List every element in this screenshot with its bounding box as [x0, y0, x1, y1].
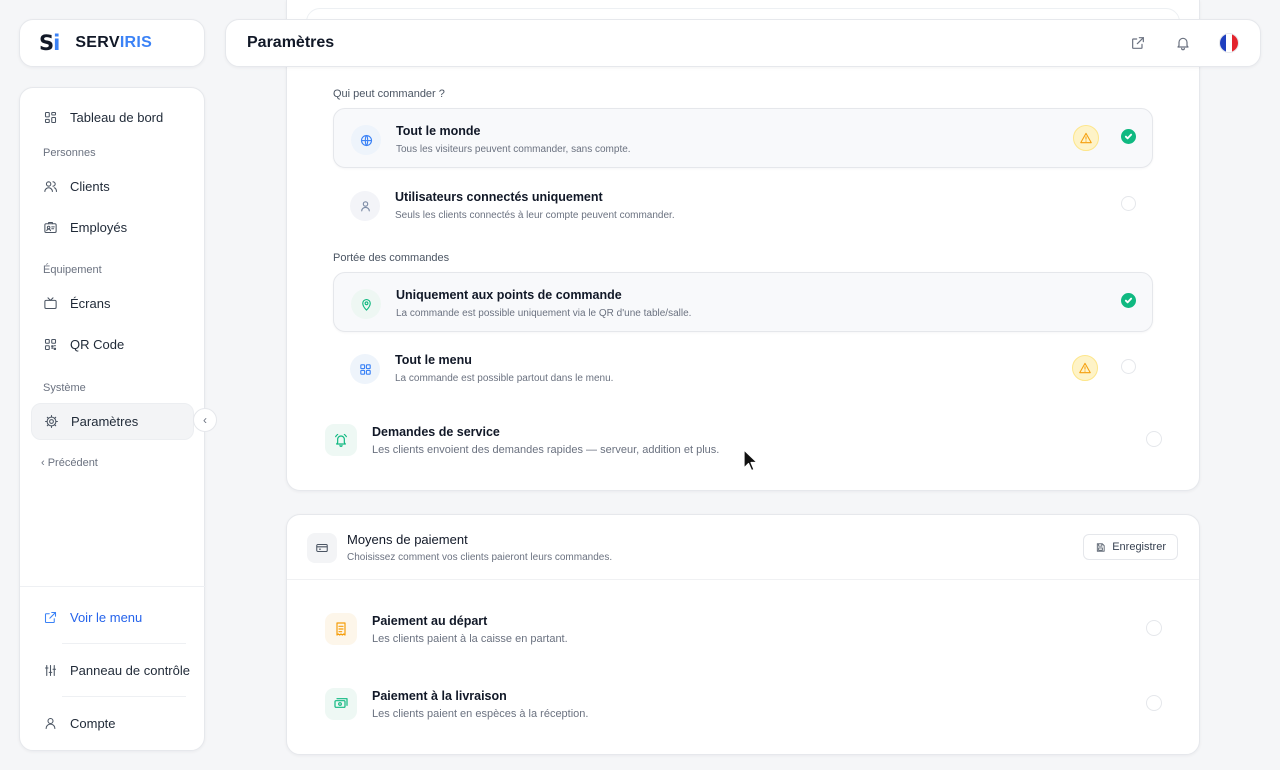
cash-icon	[325, 688, 357, 720]
save-icon	[1097, 542, 1105, 552]
qrcode-icon	[42, 337, 58, 353]
id-badge-icon	[42, 220, 58, 236]
payment-title: Moyens de paiement	[347, 532, 468, 547]
logo-card[interactable]: Si SERVIRIS	[19, 19, 205, 67]
service-requests-title: Demandes de service	[372, 425, 500, 439]
sidebar-item-control-panel[interactable]: Panneau de contrôle	[31, 652, 194, 689]
option-description: Tous les visiteurs peuvent commander, sa…	[396, 144, 631, 155]
map-pin-icon	[351, 289, 381, 319]
who-can-order-label: Qui peut commander ?	[333, 88, 445, 100]
payment-method-description: Les clients paient à la caisse en partan…	[372, 633, 568, 645]
previous-link[interactable]: ‹ Précédent	[41, 457, 98, 469]
gear-icon	[43, 414, 59, 430]
option-title: Tout le monde	[396, 124, 481, 138]
sidebar-collapse-button[interactable]: ‹	[193, 408, 217, 432]
brand-name: SERVIRIS	[75, 34, 153, 51]
sidebar-divider	[62, 643, 186, 644]
section-label-equipment: Équipement	[43, 264, 102, 276]
option-title: Tout le menu	[395, 353, 472, 367]
sliders-icon	[42, 663, 58, 679]
payment-divider	[287, 579, 1199, 580]
sidebar-item-employees[interactable]: Employés	[31, 209, 194, 246]
radio-selected[interactable]	[1121, 129, 1136, 144]
payment-method-toggle[interactable]	[1146, 695, 1162, 711]
mouse-cursor-icon	[743, 449, 758, 472]
option-description: Seuls les clients connectés à leur compt…	[395, 210, 675, 221]
receipt-icon	[325, 613, 357, 645]
section-label-system: Système	[43, 382, 86, 394]
credit-card-icon	[307, 533, 337, 563]
option-whole-menu[interactable]: Tout le menu La commande est possible pa…	[333, 338, 1153, 398]
globe-icon	[351, 125, 381, 155]
logo-mark: Si	[39, 31, 60, 55]
payment-method-delivery[interactable]: Paiement à la livraison Les clients paie…	[322, 680, 1172, 734]
sidebar-item-label: Voir le menu	[70, 610, 143, 625]
sidebar-item-label: Panneau de contrôle	[70, 663, 190, 678]
external-link-icon	[42, 610, 58, 626]
option-everyone[interactable]: Tout le monde Tous les visiteurs peuvent…	[333, 108, 1153, 168]
dashboard-icon	[42, 110, 58, 126]
service-requests-toggle[interactable]	[1146, 431, 1162, 447]
payment-method-toggle[interactable]	[1146, 620, 1162, 636]
warning-icon	[1072, 355, 1098, 381]
option-description: La commande est possible uniquement via …	[396, 308, 692, 319]
option-description: La commande est possible partout dans le…	[395, 373, 614, 384]
chevron-left-icon: ‹	[203, 413, 207, 427]
option-title: Uniquement aux points de commande	[396, 288, 622, 302]
user-icon	[42, 716, 58, 732]
payment-method-title: Paiement à la livraison	[372, 689, 507, 703]
sidebar-item-label: Employés	[70, 220, 128, 235]
external-link-icon[interactable]	[1129, 34, 1147, 52]
sidebar-item-qrcode[interactable]: QR Code	[31, 326, 194, 363]
sidebar-item-account[interactable]: Compte	[31, 705, 194, 742]
sidebar-item-settings[interactable]: Paramètres	[31, 403, 194, 440]
save-button[interactable]: Enregistrer	[1083, 534, 1178, 560]
sidebar-item-label: Clients	[70, 179, 110, 194]
save-button-label: Enregistrer	[1112, 541, 1166, 553]
sidebar-item-label: QR Code	[70, 337, 125, 352]
grid-icon	[350, 354, 380, 384]
radio-unselected[interactable]	[1121, 359, 1136, 374]
payment-method-departure[interactable]: Paiement au départ Les clients paient à …	[322, 605, 1172, 659]
sidebar: Tableau de bord Personnes Clients Employ…	[19, 87, 206, 751]
sidebar-item-view-menu[interactable]: Voir le menu	[31, 599, 194, 636]
header-bar: Paramètres	[225, 19, 1261, 67]
sidebar-item-clients[interactable]: Clients	[31, 168, 194, 205]
payment-method-title: Paiement au départ	[372, 614, 488, 628]
order-scope-label: Portée des commandes	[333, 252, 450, 264]
payment-subtitle: Choisissez comment vos clients paieront …	[347, 552, 613, 563]
sidebar-divider	[20, 586, 206, 587]
service-requests-description: Les clients envoient des demandes rapide…	[372, 444, 720, 456]
warning-icon	[1073, 125, 1099, 151]
option-order-points-only[interactable]: Uniquement aux points de commande La com…	[333, 272, 1153, 332]
bell-ring-icon	[325, 424, 357, 456]
sidebar-item-label: Écrans	[70, 296, 111, 311]
radio-unselected[interactable]	[1121, 196, 1136, 211]
sidebar-item-dashboard[interactable]: Tableau de bord	[31, 99, 194, 136]
user-icon	[350, 191, 380, 221]
page-title: Paramètres	[247, 34, 335, 51]
users-icon	[42, 179, 58, 195]
sidebar-item-label: Tableau de bord	[70, 110, 164, 125]
sidebar-divider	[62, 696, 186, 697]
option-title: Utilisateurs connectés uniquement	[395, 190, 603, 204]
sidebar-item-screens[interactable]: Écrans	[31, 285, 194, 322]
sidebar-item-label: Compte	[70, 716, 116, 731]
payment-method-description: Les clients paient en espèces à la récep…	[372, 708, 589, 720]
bell-icon[interactable]	[1174, 34, 1192, 52]
radio-selected[interactable]	[1121, 293, 1136, 308]
option-logged-in-only[interactable]: Utilisateurs connectés uniquement Seuls …	[333, 175, 1153, 235]
sidebar-item-label: Paramètres	[71, 414, 139, 429]
flag-fr-icon[interactable]	[1219, 33, 1239, 53]
tv-icon	[42, 296, 58, 312]
section-label-people: Personnes	[43, 147, 96, 159]
